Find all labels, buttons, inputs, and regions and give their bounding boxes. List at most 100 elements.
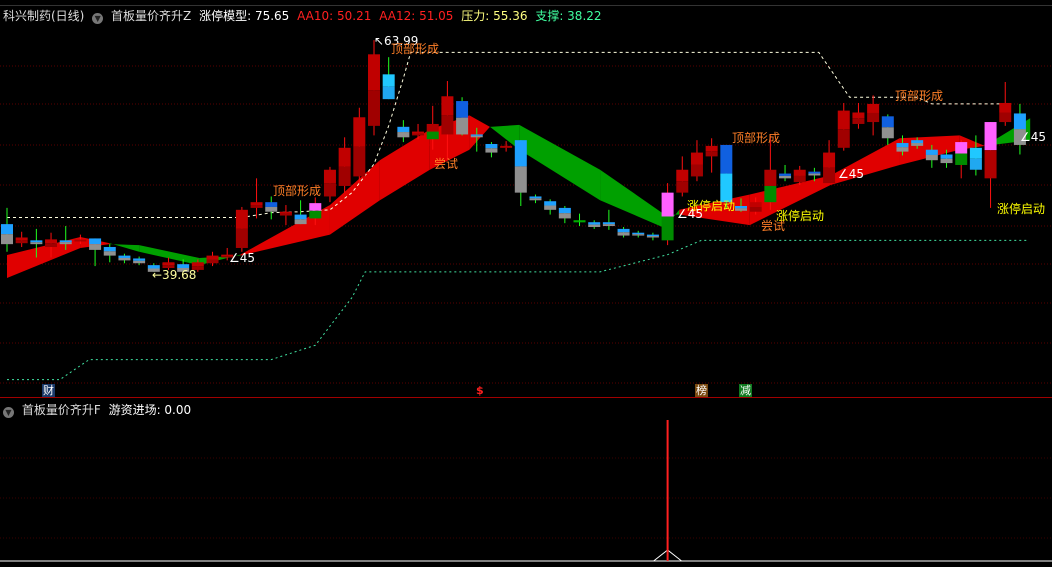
candle-body-top [735, 205, 747, 209]
ma-ribbon-segment [139, 245, 200, 266]
candle-body-bottom [59, 242, 72, 245]
candle-body-top [382, 74, 395, 87]
sub-chart[interactable] [0, 398, 1052, 567]
candle-body-bottom [323, 183, 336, 197]
candle-body-bottom [412, 133, 425, 136]
angle-45-label: ∠45 [838, 167, 865, 181]
candle-body-bottom [984, 150, 997, 179]
candle-body-bottom [103, 251, 116, 256]
candle-body-top [353, 117, 366, 147]
financial-report-marker[interactable]: 财 [42, 384, 55, 397]
candle-body-top [89, 238, 102, 245]
candle-body-bottom [764, 185, 777, 203]
candle-body-bottom [837, 129, 850, 148]
candle-body-top [118, 255, 131, 258]
candle-body-top [999, 102, 1012, 113]
candle-body-bottom [646, 236, 659, 238]
candle-body-bottom [544, 205, 557, 210]
candle-body-bottom [500, 146, 513, 148]
candle-body-top [764, 169, 777, 186]
ma-ribbon-segment [519, 124, 601, 201]
candle-body-top [412, 131, 425, 134]
candle-body-bottom [808, 173, 821, 176]
candle-body-bottom [235, 228, 248, 248]
angle-45-label: ∠45 [677, 207, 704, 221]
price-chart[interactable] [0, 0, 1052, 397]
candle-body-bottom [15, 240, 28, 244]
candle-body-bottom [632, 234, 645, 236]
candle-body-bottom [690, 164, 703, 177]
candle-body-bottom [294, 219, 307, 225]
candle-body-top [940, 154, 953, 159]
candle-body-top [808, 171, 821, 174]
candle-body-top [45, 239, 58, 244]
candle-body-top [279, 211, 292, 214]
candle-body-top [15, 237, 28, 241]
candle-body-bottom [705, 151, 718, 157]
candle-body-top [514, 140, 527, 167]
candle-body-top [749, 202, 762, 207]
candle-body-top [368, 54, 380, 91]
candle-body-top [456, 101, 469, 118]
candle-body-bottom [353, 146, 366, 177]
candle-body-top [705, 145, 718, 152]
top-formed-label: 顶部形成 [391, 42, 440, 56]
candle-body-bottom [426, 131, 439, 140]
candle-body-bottom [30, 242, 43, 245]
try-label: 尝试 [434, 157, 459, 171]
candle-body-top [309, 203, 322, 211]
reduction-marker[interactable]: 减 [739, 384, 752, 397]
candle-body-bottom [441, 115, 454, 135]
candle-body-top [133, 258, 146, 261]
candle-body-bottom [969, 158, 982, 170]
candle-body-bottom [456, 117, 469, 135]
candle-body-top [984, 122, 997, 151]
candle-body-top [588, 222, 601, 225]
candle-body-top [206, 255, 219, 260]
angle-45-label: ∠45 [1020, 130, 1047, 144]
candle-body-top [632, 232, 645, 235]
candle-body-top [867, 103, 880, 113]
fund-flow-marker[interactable]: $ [475, 384, 485, 397]
candle-body-bottom [617, 232, 630, 236]
top-formed-label: 顶部形成 [732, 131, 781, 145]
candle-body-bottom [514, 166, 527, 193]
candle-body-top [617, 228, 630, 233]
candle-body-top [323, 169, 336, 184]
candle-body-bottom [779, 175, 792, 179]
candle-body-top [162, 262, 175, 266]
candle-body-top [955, 142, 968, 154]
candle-body-top [338, 147, 351, 167]
candle-body-bottom [338, 166, 351, 186]
candle-body-top [59, 240, 72, 243]
candle-body-top [573, 220, 586, 222]
candle-body-bottom [573, 221, 586, 223]
candle-body-top [1, 224, 13, 235]
candle-body-bottom [676, 181, 689, 193]
low-price-label: ←39.68 [152, 268, 197, 282]
candle-body-top [191, 262, 204, 267]
candle-body-top [837, 110, 850, 130]
candle-body-top [646, 234, 659, 237]
candle-body-bottom [749, 206, 762, 212]
candle-body-top [529, 196, 542, 199]
candle-body-top [235, 209, 248, 229]
candle-body-bottom [558, 213, 571, 219]
candle-body-top [558, 207, 571, 214]
candle-body-top [881, 116, 894, 128]
candle-body-top [602, 222, 615, 225]
candle-body-bottom [940, 158, 953, 164]
candle-body-top [485, 143, 498, 149]
candle-body-top [823, 152, 836, 168]
candle-body-top [294, 214, 307, 220]
candle-body-top [661, 192, 674, 217]
candle-body-top [265, 202, 278, 207]
dragon-tiger-list-marker[interactable]: 榜 [695, 384, 708, 397]
candle-body-bottom [867, 112, 880, 123]
candle-body-bottom [925, 154, 938, 161]
candle-body-top [74, 239, 87, 241]
candle-body-bottom [133, 260, 146, 264]
candle-body-top [911, 140, 924, 144]
candle-body-top [793, 169, 806, 176]
candle-body-bottom [118, 257, 131, 261]
